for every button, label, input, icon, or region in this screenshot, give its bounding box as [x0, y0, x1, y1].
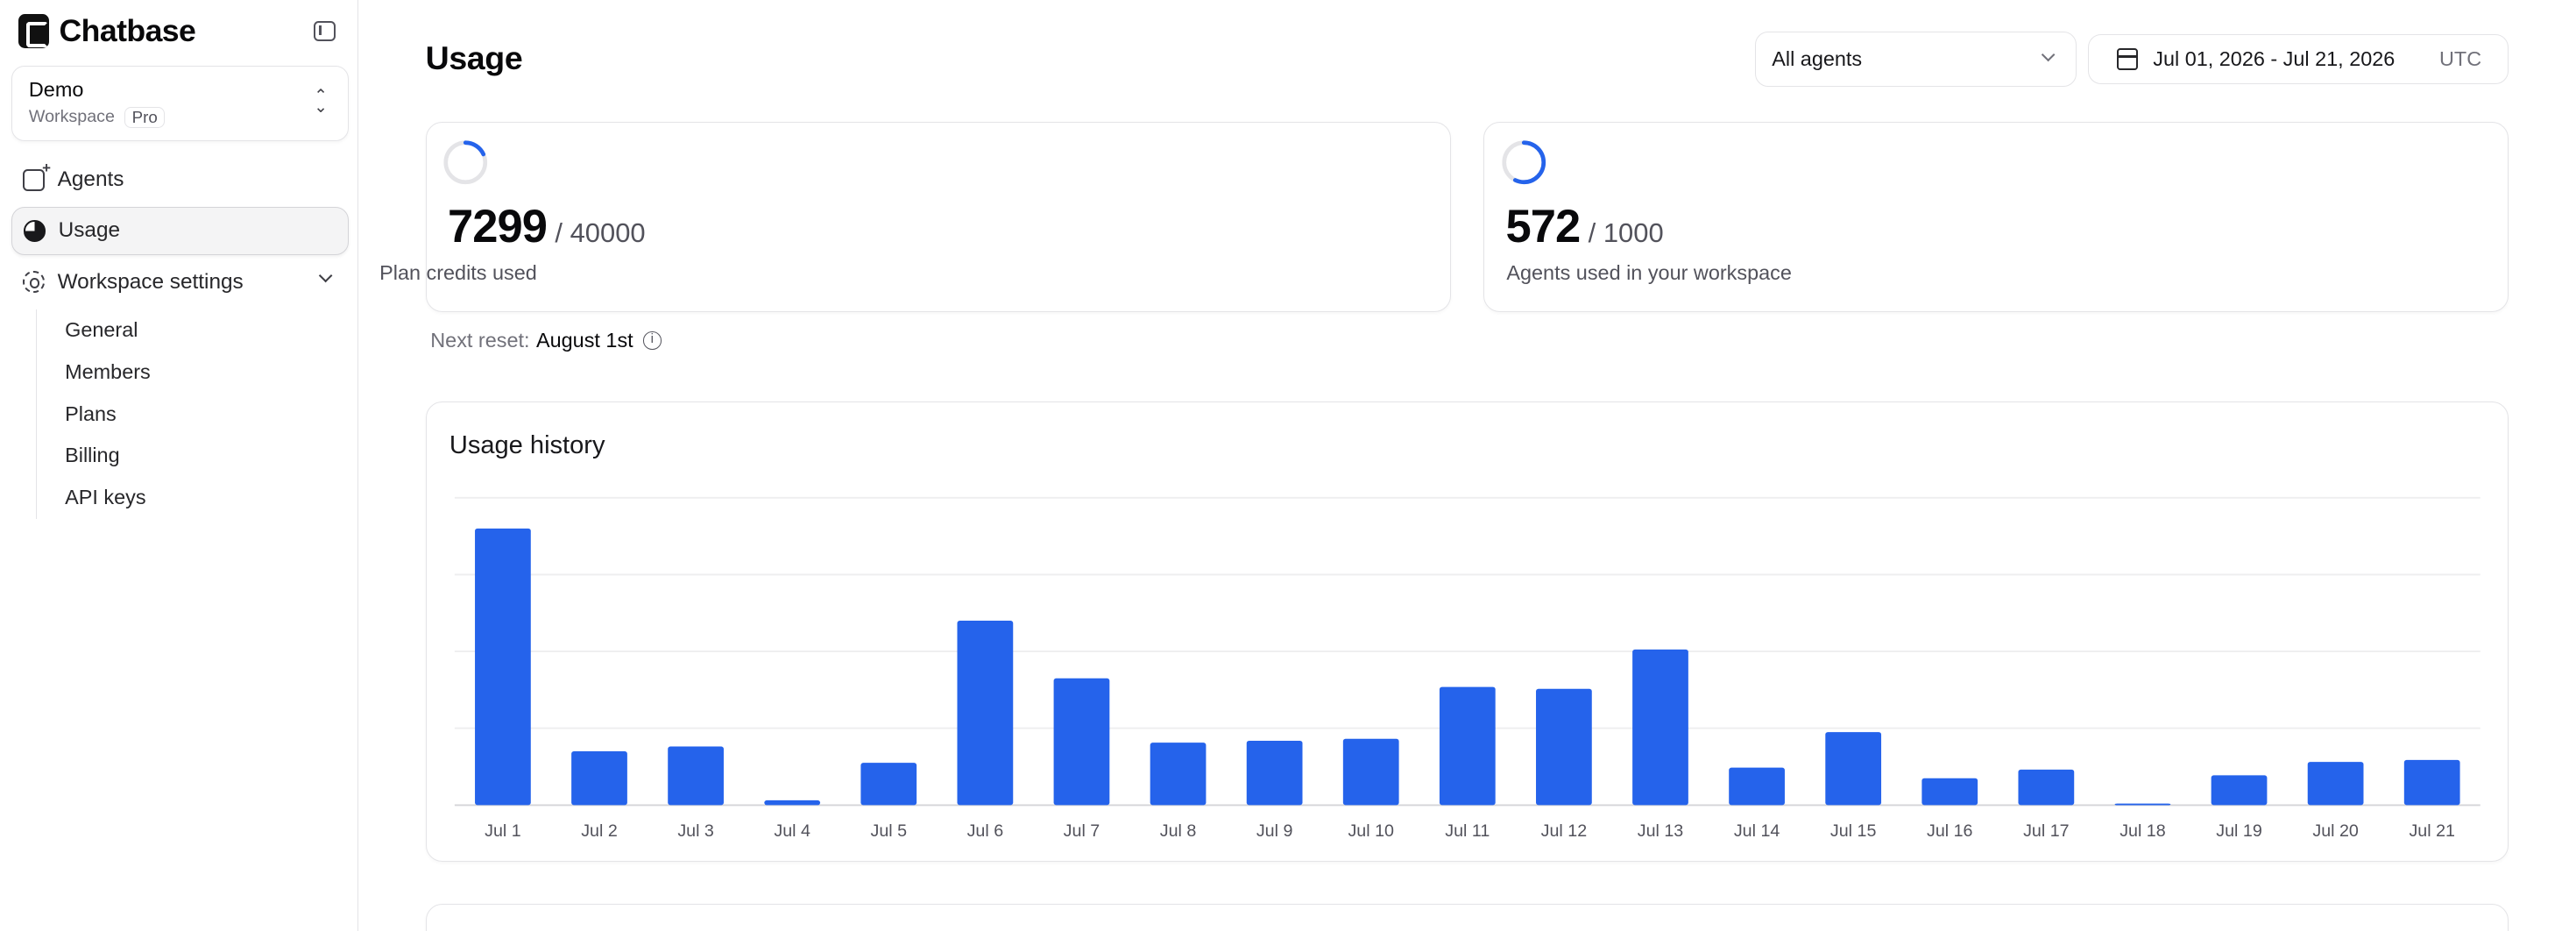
agents-icon — [23, 160, 51, 191]
x-tick-label: Jul 7 — [1063, 821, 1100, 841]
agents-progress-ring — [1502, 139, 1546, 184]
sidebar-toggle-icon[interactable] — [314, 21, 336, 41]
chevron-down-icon — [318, 269, 333, 283]
agents-value: 572 / 1000 — [1506, 200, 1664, 253]
subnav-item-general[interactable]: General — [37, 309, 282, 352]
subnav-item-billing[interactable]: Billing — [37, 435, 282, 477]
workspace-name: Demo — [28, 78, 84, 102]
page-title: Usage — [425, 39, 523, 76]
x-tick-label: Jul 3 — [677, 821, 714, 841]
chevron-up-down-icon: ⌃ ⌄ — [314, 86, 328, 117]
gear-icon — [23, 271, 45, 293]
credits-value: 7299 / 40000 — [448, 200, 646, 253]
chatbase-logo-icon — [18, 13, 50, 49]
date-range-value: Jul 01, 2026 - Jul 21, 2026 — [2153, 47, 2396, 70]
workspace-meta: Workspace Pro — [28, 106, 331, 128]
next-reset: Next reset: August 1st i — [430, 329, 662, 352]
sidebar-item-agents[interactable]: Agents — [11, 156, 348, 203]
chart-bar[interactable] — [1439, 686, 1496, 805]
timezone-label: UTC — [2438, 47, 2482, 70]
x-tick-label: Jul 8 — [1159, 821, 1196, 841]
chart-bar[interactable] — [474, 528, 531, 805]
agents-used: 572 — [1505, 200, 1582, 252]
x-tick-label: Jul 4 — [774, 821, 810, 841]
calendar-icon — [2117, 48, 2139, 70]
sidebar-item-label: Usage — [58, 218, 121, 243]
chart-bar[interactable] — [763, 800, 820, 805]
next-reset-date: August 1st — [536, 329, 633, 352]
x-tick-label: Jul 15 — [1830, 821, 1877, 841]
x-tick-label: Jul 16 — [1927, 821, 1973, 841]
subnav-item-api-keys[interactable]: API keys — [37, 477, 282, 519]
usage-history-chart: Jul 1 Jul 2 Jul 3 Jul 4 Jul 5 Jul 6 Jul 7 Jul 8… — [454, 496, 2480, 841]
sidebar: Chatbase Demo Workspace Pro ⌃⌄ Agents Us… — [0, 0, 358, 931]
agents-total: / 1000 — [1588, 217, 1664, 248]
chart-bar[interactable] — [1246, 740, 1303, 805]
info-icon[interactable]: i — [642, 331, 662, 350]
app-root: Chatbase Demo Workspace Pro ⌃⌄ Agents Us… — [0, 0, 2576, 931]
agent-select[interactable]: All agents — [1754, 31, 2077, 88]
credits-label: Plan credits used — [379, 261, 537, 285]
workspace-switcher[interactable]: Demo Workspace Pro ⌃ ⌄ — [11, 66, 349, 142]
x-tick-label: Jul 6 — [966, 821, 1003, 841]
workspace-type: Workspace — [28, 107, 115, 127]
chart-bar[interactable] — [1342, 738, 1399, 805]
x-tick-label: Jul 9 — [1256, 821, 1292, 841]
chart-bar[interactable] — [570, 750, 627, 805]
credits-card: 7299 / 40000 — [425, 121, 1451, 313]
usage-history-card: Usage history Jul 1 Jul 2 Jul 3 Jul 4 Jul 5J… — [425, 401, 2509, 862]
x-tick-label: Jul 2 — [581, 821, 618, 841]
agent-select-value: All agents — [1772, 47, 1863, 70]
x-tick-label: Jul 12 — [1540, 821, 1587, 841]
main-content: Usage All agents Jul 01, 2026 - Jul 21, … — [358, 0, 2576, 931]
subnav-item-members[interactable]: Members — [37, 351, 282, 393]
x-tick-label: Jul 1 — [485, 821, 521, 841]
agents-label: Agents used in your workspace — [1506, 261, 1792, 285]
chart-bar[interactable] — [2211, 774, 2268, 805]
sidebar-item-label: Agents — [57, 167, 124, 192]
date-range-picker[interactable]: Jul 01, 2026 - Jul 21, 2026 UTC — [2088, 34, 2509, 84]
x-tick-label: Jul 11 — [1445, 821, 1490, 841]
chart-bar[interactable] — [1631, 649, 1688, 805]
x-tick-label: Jul 21 — [2409, 821, 2455, 841]
x-tick-label: Jul 13 — [1637, 821, 1683, 841]
x-tick-label: Jul 20 — [2312, 821, 2359, 841]
chart-bar[interactable] — [667, 746, 724, 805]
sidebar-item-usage[interactable]: Usage — [11, 207, 349, 255]
x-tick-label: Jul 5 — [870, 821, 907, 841]
chart-bar[interactable] — [1150, 742, 1207, 805]
plan-badge: Pro — [124, 106, 166, 128]
sidebar-item-workspace-settings[interactable]: Workspace settings — [11, 258, 348, 305]
x-tick-label: Jul 18 — [2120, 821, 2166, 841]
x-tick-label: Jul 10 — [1348, 821, 1394, 841]
x-tick-label: Jul 14 — [1733, 821, 1780, 841]
subnav-item-plans[interactable]: Plans — [37, 393, 282, 435]
credits-total: / 40000 — [555, 217, 646, 248]
x-tick-label: Jul 17 — [2023, 821, 2070, 841]
next-section-card — [425, 904, 2509, 931]
chart-bar[interactable] — [2018, 769, 2074, 805]
chart-bar[interactable] — [1921, 778, 1978, 805]
chart-bar[interactable] — [2307, 761, 2364, 805]
next-reset-label: Next reset: — [430, 329, 530, 352]
pie-chart-icon — [24, 220, 46, 242]
chart-bar[interactable] — [957, 620, 1013, 805]
chart-bar[interactable] — [2403, 759, 2460, 805]
x-tick-label: Jul 19 — [2216, 821, 2262, 841]
credits-progress-ring — [443, 139, 488, 184]
chevron-down-icon — [2041, 47, 2056, 62]
chart-bar[interactable] — [860, 762, 916, 805]
credits-used: 7299 — [448, 200, 548, 252]
chart-bar[interactable] — [2114, 803, 2170, 805]
chart-bar[interactable] — [1728, 767, 1785, 805]
workspace-settings-subnav: General Members Plans Billing API keys — [36, 309, 282, 519]
chart-bar[interactable] — [1535, 688, 1592, 805]
sidebar-item-label: Workspace settings — [57, 269, 244, 294]
brand-name: Chatbase — [59, 13, 196, 48]
chart-bar[interactable] — [1824, 731, 1881, 805]
brand[interactable]: Chatbase — [18, 13, 196, 49]
chart-bar[interactable] — [1053, 678, 1109, 805]
